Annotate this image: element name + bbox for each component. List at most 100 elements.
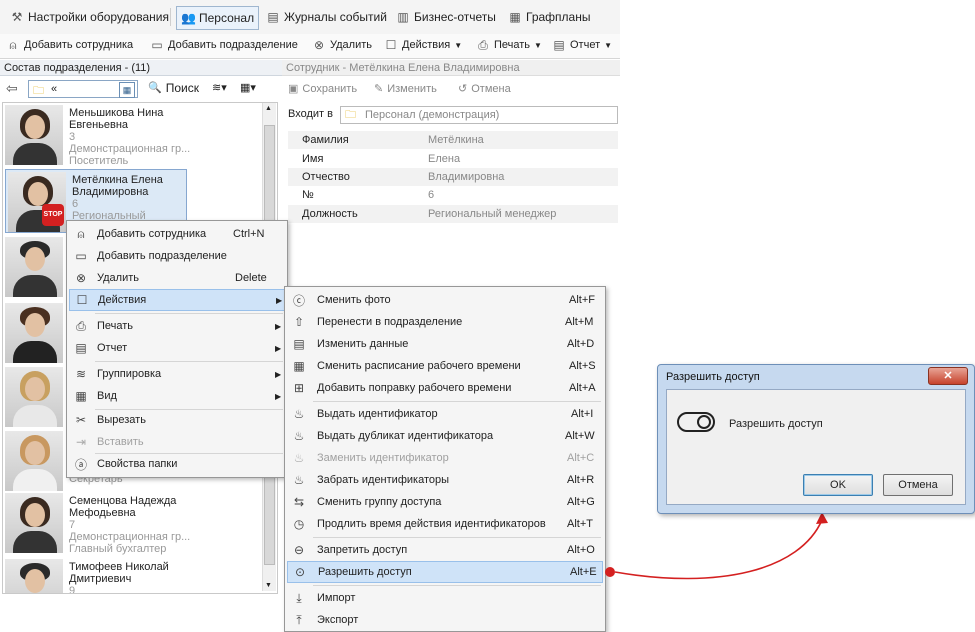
separator [170, 8, 171, 26]
grid-icon[interactable]: ▦▾ [240, 81, 256, 94]
menu-item-change-schedule[interactable]: ▦ Сменить расписание рабочего времени Alt+… [287, 355, 603, 377]
key-icon: ♨ [293, 429, 305, 443]
department-header: Состав подразделения - (11) [0, 60, 284, 76]
dropdown-arrow-icon: ▼ [604, 40, 613, 50]
edit-button[interactable]: ✎ Изменить [374, 82, 437, 96]
person-name: Тимофеев Николай [69, 561, 169, 573]
print-icon: ⎙ [478, 38, 488, 52]
list-item[interactable]: Меньшикова Нина Евгеньевна 3 Демонстрацио… [3, 103, 263, 167]
submenu-arrow-icon: ▶ [275, 391, 282, 401]
scroll-down-icon[interactable]: ▼ [265, 582, 272, 589]
menu-item-extend-ids[interactable]: ◷ Продлить время действия идентификаторов… [287, 513, 603, 535]
menu-item-deny-access[interactable]: ⊖ Запретить доступ Alt+O [287, 539, 603, 561]
delete-icon: ⊗ [75, 271, 87, 285]
combo-value: « [51, 83, 58, 95]
scroll-up-icon[interactable]: ▲ [265, 105, 272, 112]
submenu-arrow-icon: ▶ [276, 295, 283, 305]
person-add-icon: ⍝ [9, 38, 17, 52]
member-of-field[interactable]: 🗀 Персонал (демонстрация) [340, 106, 618, 124]
ok-button[interactable]: OK [803, 474, 873, 496]
list-item[interactable]: Тимофеев Николай Дмитриевич 9 [3, 557, 263, 593]
access-group-icon: ⇆ [293, 495, 305, 509]
menu-item-add-employee[interactable]: ⍝ Добавить сотрудника Ctrl+N [69, 223, 285, 245]
allow-access-dialog: Разрешить доступ ✕ Разрешить доступ OK О… [657, 364, 975, 514]
avatar [5, 431, 63, 491]
menu-item-export[interactable]: ⤒ Экспорт [287, 609, 603, 631]
report-button[interactable]: ▤ Отчет ▼ [552, 38, 612, 52]
search-icon: 🔍 [148, 82, 162, 94]
menu-item-cut[interactable]: ✂ Вырезать [69, 409, 285, 431]
search-button[interactable]: 🔍 Поиск [148, 81, 199, 95]
menu-item-view[interactable]: ▦ Вид ▶ [69, 385, 285, 407]
submenu-arrow-icon: ▶ [275, 321, 282, 331]
nav-hardware-settings[interactable]: ⚒ Настройки оборудования [6, 6, 173, 28]
save-button[interactable]: ▣ Сохранить [288, 82, 357, 96]
menu-item-change-access-group[interactable]: ⇆ Сменить группу доступа Alt+G [287, 491, 603, 513]
person-name: Метёлкина Елена [72, 174, 163, 186]
dialog-body: Разрешить доступ OK Отмена [666, 389, 966, 505]
scissors-icon: ✂ [75, 413, 87, 427]
actions-icon: ☐ [385, 38, 397, 52]
menu-item-paste[interactable]: ⇥ Вставить [69, 431, 285, 453]
menu-item-folder-properties[interactable]: ⓐ Свойства папки [69, 453, 285, 475]
person-name: Меньшикова Нина [69, 107, 164, 119]
department-combo[interactable]: 🗀 « ▦ [28, 80, 138, 98]
nav-graph-plans[interactable]: ▦ Графпланы [504, 6, 594, 28]
person-add-icon: ⍝ [77, 226, 85, 241]
tools-icon: ⚒ [11, 10, 23, 24]
cancel-button[interactable]: ↺ Отмена [458, 82, 511, 96]
person-number: 7 [69, 519, 76, 531]
field-surname: Фамилия Метёлкина [288, 131, 618, 149]
access-toggle[interactable] [677, 412, 715, 432]
person-name: Владимировна [72, 186, 149, 198]
menu-item-add-time-correction[interactable]: ⊞ Добавить поправку рабочего времени Alt+A [287, 377, 603, 399]
layers-icon[interactable]: ≋▾ [212, 81, 227, 94]
layers-icon: ≋ [75, 367, 87, 381]
stop-icon: STOP [42, 204, 64, 226]
submenu-arrow-icon: ▶ [275, 343, 282, 353]
key-icon: ♨ [293, 473, 305, 487]
menu-item-allow-access[interactable]: ⊙ Разрешить доступ Alt+E [287, 561, 603, 583]
menu-item-report[interactable]: ▤ Отчет ▶ [69, 337, 285, 359]
chart-icon: ▥ [397, 10, 409, 24]
menu-item-add-department[interactable]: ▭ Добавить подразделение [69, 245, 285, 267]
add-department-button[interactable]: ▭ Добавить подразделение [150, 38, 298, 52]
person-role: Главный бухгалтер [69, 543, 167, 555]
person-name: Дмитриевич [69, 573, 132, 585]
back-arrow-icon[interactable]: ⇦ [6, 80, 18, 97]
menu-item-move-department[interactable]: ⇧ Перенести в подразделение Alt+M [287, 311, 603, 333]
menu-item-issue-duplicate[interactable]: ♨ Выдать дубликат идентификатора Alt+W [287, 425, 603, 447]
menu-item-delete[interactable]: ⊗ Удалить Delete [69, 267, 285, 289]
journal-icon: ▤ [267, 10, 279, 24]
dropdown-arrow-icon: ▼ [534, 40, 542, 50]
calendar-icon[interactable]: ▦ [119, 82, 135, 98]
paste-icon: ⇥ [75, 435, 87, 449]
menu-item-grouping[interactable]: ≋ Группировка ▶ [69, 363, 285, 385]
close-button[interactable]: ✕ [928, 367, 968, 385]
separator [95, 313, 283, 314]
key-icon: ♨ [293, 451, 305, 465]
menu-item-actions[interactable]: ☐ Действия ▶ [69, 289, 285, 311]
menu-item-import[interactable]: ⤓ Импорт [287, 587, 603, 609]
save-icon: ▣ [288, 83, 299, 95]
cancel-button[interactable]: Отмена [883, 474, 953, 496]
report-icon: ▤ [75, 341, 87, 355]
nav-personnel[interactable]: 👥 Персонал [176, 6, 260, 30]
menu-item-replace-id[interactable]: ♨ Заменить идентификатор Alt+C [287, 447, 603, 469]
print-icon: ⎙ [76, 318, 86, 333]
nav-event-journals[interactable]: ▤ Журналы событий [262, 6, 391, 28]
context-menu: ⍝ Добавить сотрудника Ctrl+N ▭ Добавить под… [66, 220, 288, 478]
print-button[interactable]: ⎙ Печать ▼ [476, 38, 542, 52]
grid-icon: ▦ [75, 389, 87, 403]
menu-item-change-photo[interactable]: ⓒ Сменить фото Alt+F [287, 289, 603, 311]
menu-item-take-ids[interactable]: ♨ Забрать идентификаторы Alt+R [287, 469, 603, 491]
nav-business-reports[interactable]: ▥ Бизнес-отчеты [392, 6, 500, 28]
list-item[interactable]: Семенцова Надежда Мефодьевна 7 Демонстрац… [3, 491, 263, 555]
menu-item-print[interactable]: ⎙ Печать ▶ [69, 315, 285, 337]
add-employee-button[interactable]: ⍝ Добавить сотрудника [6, 38, 133, 52]
menu-item-issue-id[interactable]: ♨ Выдать идентификатор Alt+I [287, 403, 603, 425]
menu-item-edit-data[interactable]: ▤ Изменить данные Alt+D [287, 333, 603, 355]
employee-toolbar: ▣ Сохранить ✎ Изменить ↺ Отмена [282, 78, 620, 100]
actions-button[interactable]: ☐ Действия ▼ [384, 38, 463, 52]
delete-button[interactable]: ⊗ Удалить [312, 38, 372, 52]
